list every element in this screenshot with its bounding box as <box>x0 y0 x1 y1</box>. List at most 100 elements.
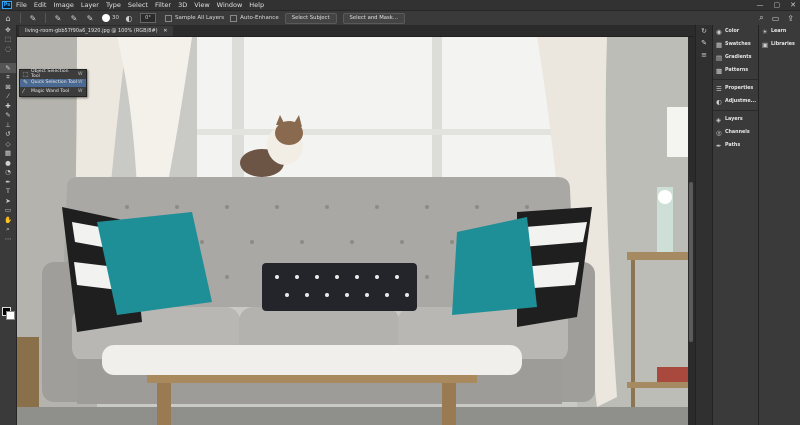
pen-tool-icon[interactable]: ✒ <box>0 177 16 187</box>
properties-panel-tab[interactable]: ☰ Properties <box>713 82 758 95</box>
path-selection-tool-icon[interactable]: ➤ <box>0 196 16 206</box>
learn-panel-label: Learn <box>771 29 787 34</box>
adjustments-icon: ◐ <box>716 97 722 106</box>
options-bar: ⌂ ✎ ✎ ✎ ✎ 30 ◐ 0° Sample All Layers Auto… <box>0 11 800 26</box>
quick-selection-tool-label: Quick Selection Tool <box>31 80 78 86</box>
background-color-swatch[interactable] <box>6 311 15 320</box>
rectangle-tool-icon[interactable]: ▭ <box>0 206 16 216</box>
history-panel-icon[interactable]: ↻ <box>696 25 712 37</box>
menu-select[interactable]: Select <box>128 0 148 10</box>
maximize-button[interactable]: ▢ <box>774 0 781 10</box>
menu-type[interactable]: Type <box>106 0 121 10</box>
eraser-tool-icon[interactable]: ◇ <box>0 139 16 149</box>
shortcut-key: W <box>78 71 83 77</box>
menu-edit[interactable]: Edit <box>34 0 47 10</box>
menu-filter[interactable]: Filter <box>155 0 171 10</box>
add-to-selection-icon[interactable]: ✎ <box>69 13 79 23</box>
layers-icon: ◈ <box>716 115 721 124</box>
frame-tool-icon[interactable]: ⊠ <box>0 82 16 92</box>
search-icon[interactable]: ⌕ <box>759 13 763 23</box>
quick-selection-tool-item[interactable]: ✎ Quick Selection Tool W <box>20 78 86 87</box>
menu-view[interactable]: View <box>194 0 209 10</box>
learn-panel-tab[interactable]: ☀ Learn <box>759 25 800 38</box>
magic-wand-tool-item[interactable]: ⁄ Magic Wand Tool W <box>20 87 86 96</box>
select-and-mask-button[interactable]: Select and Mask... <box>342 12 405 24</box>
libraries-panel-tab[interactable]: ▣ Libraries <box>759 38 800 51</box>
type-tool-icon[interactable]: T <box>0 187 16 197</box>
quick-selection-preset-icon[interactable]: ✎ <box>28 13 38 23</box>
panel-dock-strip: ↻ ✎ ≡ <box>695 25 712 425</box>
swatches-panel-tab[interactable]: ▦ Swatches <box>713 38 758 51</box>
subtract-from-selection-icon[interactable]: ✎ <box>85 13 95 23</box>
menu-help[interactable]: Help <box>249 0 264 10</box>
auto-enhance-label: Auto-Enhance <box>240 15 279 21</box>
new-selection-icon[interactable]: ✎ <box>53 13 63 23</box>
workspace-icon[interactable]: ▭ <box>772 14 780 23</box>
swatches-panel-label: Swatches <box>725 42 751 47</box>
zoom-tool-icon[interactable]: ⌕ <box>0 225 16 235</box>
channels-panel-tab[interactable]: ◎ Channels <box>713 126 758 139</box>
divider <box>713 79 758 80</box>
sample-all-layers-checkbox[interactable]: Sample All Layers <box>165 14 225 22</box>
lasso-tool-icon[interactable]: ◌ <box>0 44 16 54</box>
crop-tool-icon[interactable]: ⌗ <box>0 73 16 83</box>
filler-tool-icon <box>0 54 16 64</box>
hand-tool-icon[interactable]: ✋ <box>0 215 16 225</box>
eyedropper-tool-icon[interactable]: ⁄ <box>0 92 16 102</box>
marquee-tool-icon[interactable]: ⬚ <box>0 35 16 45</box>
swatches-icon: ▦ <box>716 40 723 49</box>
photoshop-logo-icon: Ps <box>2 1 12 9</box>
auto-enhance-checkbox[interactable]: Auto-Enhance <box>230 14 279 22</box>
clone-stamp-tool-icon[interactable]: ⊥ <box>0 120 16 130</box>
more-tools-icon[interactable]: ⋯ <box>0 234 16 244</box>
shortcut-key: W <box>78 88 83 94</box>
brush-settings-icon[interactable]: ◐ <box>124 13 134 23</box>
quick-selection-icon: ✎ <box>23 79 29 87</box>
move-tool-icon[interactable]: ✥ <box>0 25 16 35</box>
adjust-panel-icon[interactable]: ≡ <box>696 49 712 61</box>
blur-tool-icon[interactable]: ● <box>0 158 16 168</box>
menu-file[interactable]: File <box>16 0 27 10</box>
adjustments-panel-tab[interactable]: ◐ Adjustme... <box>713 95 758 108</box>
properties-panel-label: Properties <box>725 86 754 91</box>
brush-preview-icon[interactable] <box>102 14 110 22</box>
layers-panel-tab[interactable]: ◈ Layers <box>713 113 758 126</box>
patterns-panel-tab[interactable]: ▩ Patterns <box>713 64 758 77</box>
angle-field[interactable]: 0° <box>140 13 156 23</box>
spot-healing-tool-icon[interactable]: ✚ <box>0 101 16 111</box>
scrollbar-thumb[interactable] <box>689 182 693 342</box>
quick-selection-tool-icon[interactable]: ✎ <box>0 63 16 73</box>
adjustments-panel-label: Adjustme... <box>725 99 757 104</box>
minimize-button[interactable]: — <box>757 0 764 10</box>
object-selection-icon: ⬚ <box>23 70 29 78</box>
share-icon[interactable]: ⇪ <box>787 14 794 23</box>
brush-size[interactable]: 30 <box>112 15 119 21</box>
home-icon[interactable]: ⌂ <box>3 13 13 23</box>
gradients-panel-tab[interactable]: ▤ Gradients <box>713 51 758 64</box>
history-brush-tool-icon[interactable]: ↺ <box>0 130 16 140</box>
color-panel-tab[interactable]: ◉ Color <box>713 25 758 38</box>
document-tab[interactable]: living-room-gbb57f90a6_1920.jpg @ 100% (… <box>19 26 174 36</box>
gradient-tool-icon[interactable]: ▦ <box>0 149 16 159</box>
select-subject-button[interactable]: Select Subject <box>284 12 337 24</box>
canvas-area[interactable] <box>17 37 694 425</box>
close-tab-icon[interactable]: ✕ <box>163 28 167 34</box>
checkbox-box <box>230 14 238 22</box>
learn-icon: ☀ <box>762 27 768 36</box>
brush-settings-panel-icon[interactable]: ✎ <box>696 37 712 49</box>
panels-dock: ◉ Color ▦ Swatches ▤ Gradients ▩ Patterns ☰ P… <box>712 25 758 425</box>
properties-icon: ☰ <box>716 84 722 93</box>
dodge-tool-icon[interactable]: ◔ <box>0 168 16 178</box>
sample-all-layers-label: Sample All Layers <box>175 15 225 21</box>
paths-panel-tab[interactable]: ✒ Paths <box>713 139 758 152</box>
menu-window[interactable]: Window <box>217 0 243 10</box>
menu-layer[interactable]: Layer <box>81 0 99 10</box>
object-selection-tool-item[interactable]: ⬚ Object Selection Tool W <box>20 69 86 79</box>
paths-panel-label: Paths <box>725 143 741 148</box>
brush-tool-icon[interactable]: ✎ <box>0 111 16 121</box>
document-photo <box>17 37 694 425</box>
menu-3d[interactable]: 3D <box>178 0 187 10</box>
menu-image[interactable]: Image <box>53 0 73 10</box>
patterns-icon: ▩ <box>716 66 723 75</box>
close-button[interactable]: ✕ <box>790 0 796 10</box>
